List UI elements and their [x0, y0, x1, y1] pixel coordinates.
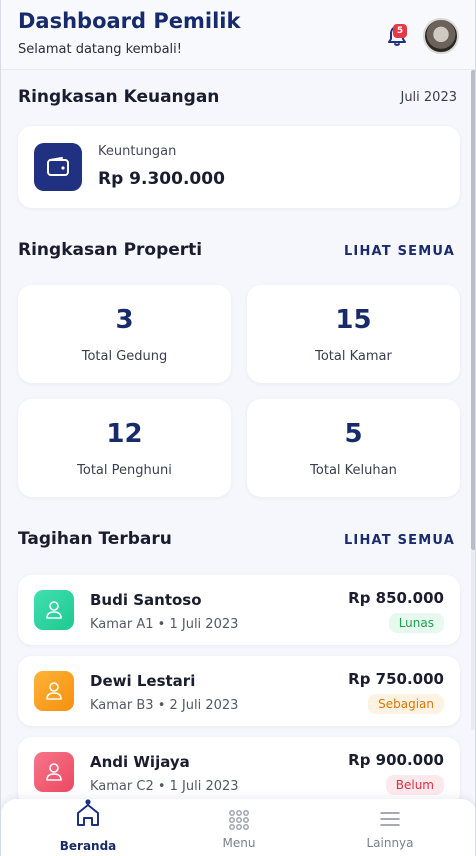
scrollbar-thumb[interactable] [471, 70, 475, 550]
tenant-name: Andi Wijaya [90, 753, 190, 771]
property-section-title: Ringkasan Properti [18, 240, 203, 260]
avatar[interactable] [423, 18, 459, 54]
bills-section-title: Tagihan Terbaru [18, 529, 172, 549]
stat-value: 15 [335, 305, 372, 335]
user-icon-box [34, 590, 74, 630]
page-subtitle: Selamat datang kembali! [18, 42, 182, 57]
bill-meta: Kamar C2 • 1 Juli 2023 [90, 779, 239, 794]
stat-value: 3 [115, 305, 134, 335]
stat-label: Total Gedung [81, 349, 168, 364]
user-icon-box [34, 671, 74, 711]
home-icon [77, 799, 99, 826]
tenant-name: Dewi Lestari [90, 672, 196, 690]
nav-item-lainnya[interactable]: Lainnya [330, 799, 450, 856]
bill-meta: Kamar A1 • 1 Juli 2023 [90, 617, 239, 632]
bill-amount: Rp 900.000 [348, 751, 444, 769]
wallet-icon-box [34, 143, 82, 191]
nav-label: Lainnya [366, 836, 414, 850]
stat-label: Total Penghuni [77, 463, 172, 478]
status-badge: Belum [385, 775, 444, 795]
stat-card-tenants[interactable]: 12 Total Penghuni [18, 399, 231, 497]
profit-card[interactable]: Keuntungan Rp 9.300.000 [18, 126, 460, 208]
bill-item[interactable]: Budi Santoso Kamar A1 • 1 Juli 2023 Rp 8… [18, 575, 460, 645]
wallet-icon [47, 157, 69, 176]
bills-see-all-link[interactable]: LIHAT SEMUA [344, 533, 455, 548]
app-screen: Dashboard Pemilik Selamat datang kembali… [0, 0, 476, 856]
user-icon [46, 763, 62, 781]
profit-label: Keuntungan [98, 144, 177, 159]
finance-period: Juli 2023 [400, 90, 457, 105]
user-icon [46, 601, 62, 619]
bill-amount: Rp 750.000 [348, 670, 444, 688]
status-badge: Sebagian [368, 694, 444, 714]
bill-meta: Kamar B3 • 2 Juli 2023 [90, 698, 239, 713]
bill-item[interactable]: Andi Wijaya Kamar C2 • 1 Juli 2023 Rp 90… [18, 737, 460, 807]
stat-card-complaints[interactable]: 5 Total Keluhan [247, 399, 460, 497]
stat-card-buildings[interactable]: 3 Total Gedung [18, 285, 231, 383]
nav-label: Beranda [59, 839, 117, 853]
bill-amount: Rp 850.000 [348, 589, 444, 607]
user-icon [46, 682, 62, 700]
notification-badge: 5 [393, 24, 407, 38]
page-title: Dashboard Pemilik [18, 9, 241, 33]
tenant-name: Budi Santoso [90, 591, 202, 609]
grid-icon [229, 810, 249, 830]
nav-label: Menu [222, 836, 256, 850]
stat-card-rooms[interactable]: 15 Total Kamar [247, 285, 460, 383]
status-badge: Lunas [388, 613, 444, 633]
profit-value: Rp 9.300.000 [98, 169, 225, 189]
nav-item-beranda[interactable]: Beranda [28, 799, 148, 856]
bottom-nav: Beranda Menu Lainnya [1, 799, 475, 856]
menu-lines-icon [380, 812, 400, 826]
user-icon-box [34, 752, 74, 792]
property-see-all-link[interactable]: LIHAT SEMUA [344, 244, 455, 259]
nav-item-menu[interactable]: Menu [179, 799, 299, 856]
stat-value: 5 [344, 419, 363, 449]
finance-section-title: Ringkasan Keuangan [18, 87, 220, 107]
app-header: Dashboard Pemilik Selamat datang kembali… [1, 0, 475, 70]
stat-label: Total Keluhan [310, 463, 397, 478]
bill-item[interactable]: Dewi Lestari Kamar B3 • 2 Juli 2023 Rp 7… [18, 656, 460, 726]
stat-label: Total Kamar [315, 349, 392, 364]
stat-value: 12 [106, 419, 143, 449]
